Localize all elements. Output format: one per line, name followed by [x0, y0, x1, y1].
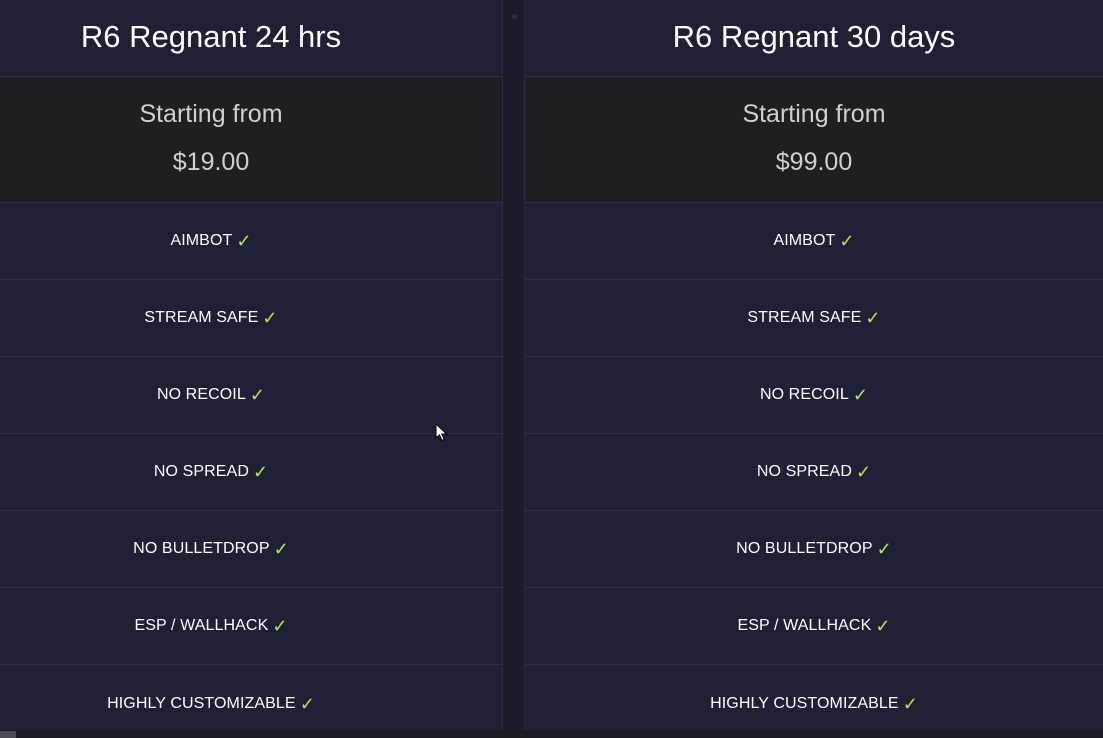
scrollbar-thumb[interactable]	[0, 731, 16, 738]
feature-row-esp-wallhack: ESP / WALLHACK ✓	[0, 588, 502, 665]
feature-row-stream-safe: STREAM SAFE ✓	[525, 280, 1103, 357]
check-icon: ✓	[852, 385, 869, 405]
feature-label: AIMBOT	[170, 232, 233, 249]
feature-label: STREAM SAFE	[747, 309, 862, 326]
feature-row-no-recoil: NO RECOIL ✓	[0, 357, 502, 434]
plan-price: $19.00	[172, 147, 250, 176]
feature-label: NO RECOIL	[156, 386, 246, 403]
feature-label: NO BULLETDROP	[133, 540, 270, 557]
feature-row-aimbot: AIMBOT ✓	[525, 203, 1103, 280]
price-block: Starting from $99.00	[525, 77, 1103, 203]
feature-row-no-spread: NO SPREAD ✓	[525, 434, 1103, 511]
feature-label: ESP / WALLHACK	[134, 617, 269, 634]
feature-row-no-spread: NO SPREAD ✓	[0, 434, 502, 511]
plan-price: $99.00	[775, 147, 853, 176]
check-icon: ✓	[875, 616, 891, 636]
feature-row-no-bulletdrop: NO BULLETDROP ✓	[525, 511, 1103, 588]
feature-label: NO SPREAD	[153, 463, 249, 480]
starting-from-label: Starting from	[742, 99, 886, 128]
plan-title: R6 Regnant 30 days	[525, 0, 1103, 77]
starting-from-label: Starting from	[139, 99, 283, 128]
feature-row-highly-customizable: HIGHLY CUSTOMIZABLE ✓	[0, 665, 502, 730]
price-block: Starting from $19.00	[0, 77, 502, 203]
check-icon: ✓	[902, 693, 918, 714]
feature-row-highly-customizable: HIGHLY CUSTOMIZABLE ✓	[525, 665, 1103, 730]
gutter-dot	[512, 14, 517, 19]
check-icon: ✓	[249, 385, 266, 405]
feature-label: HIGHLY CUSTOMIZABLE	[107, 694, 296, 712]
feature-label: STREAM SAFE	[144, 309, 259, 326]
plan-card-24-hrs[interactable]: R6 Regnant 24 hrs Starting from $19.00 A…	[0, 0, 502, 730]
feature-row-aimbot: AIMBOT ✓	[0, 203, 502, 280]
plan-card-30-days[interactable]: R6 Regnant 30 days Starting from $99.00 …	[525, 0, 1103, 730]
horizontal-scrollbar[interactable]	[0, 730, 1103, 738]
check-icon: ✓	[865, 308, 881, 328]
check-icon: ✓	[262, 308, 278, 328]
feature-label: NO SPREAD	[756, 463, 852, 480]
feature-list: AIMBOT ✓ STREAM SAFE ✓ NO RECOIL ✓ NO SP…	[525, 203, 1103, 730]
feature-label: ESP / WALLHACK	[737, 617, 872, 634]
mouse-cursor-icon	[435, 423, 448, 442]
feature-list: AIMBOT ✓ STREAM SAFE ✓ NO RECOIL ✓ NO SP…	[0, 203, 502, 730]
check-icon: ✓	[839, 231, 855, 251]
check-icon: ✓	[273, 539, 289, 559]
check-icon: ✓	[855, 462, 872, 482]
feature-label: NO RECOIL	[759, 386, 849, 403]
check-icon: ✓	[272, 616, 288, 636]
check-icon: ✓	[299, 693, 315, 714]
feature-row-esp-wallhack: ESP / WALLHACK ✓	[525, 588, 1103, 665]
card-gutter	[502, 0, 525, 730]
feature-label: HIGHLY CUSTOMIZABLE	[710, 694, 899, 712]
check-icon: ✓	[236, 231, 252, 251]
check-icon: ✓	[876, 539, 892, 559]
feature-row-no-bulletdrop: NO BULLETDROP ✓	[0, 511, 502, 588]
feature-label: AIMBOT	[773, 232, 836, 249]
feature-label: NO BULLETDROP	[736, 540, 873, 557]
check-icon: ✓	[252, 462, 269, 482]
feature-row-stream-safe: STREAM SAFE ✓	[0, 280, 502, 357]
plan-title: R6 Regnant 24 hrs	[0, 0, 502, 77]
pricing-page: R6 Regnant 24 hrs Starting from $19.00 A…	[0, 0, 1103, 738]
feature-row-no-recoil: NO RECOIL ✓	[525, 357, 1103, 434]
